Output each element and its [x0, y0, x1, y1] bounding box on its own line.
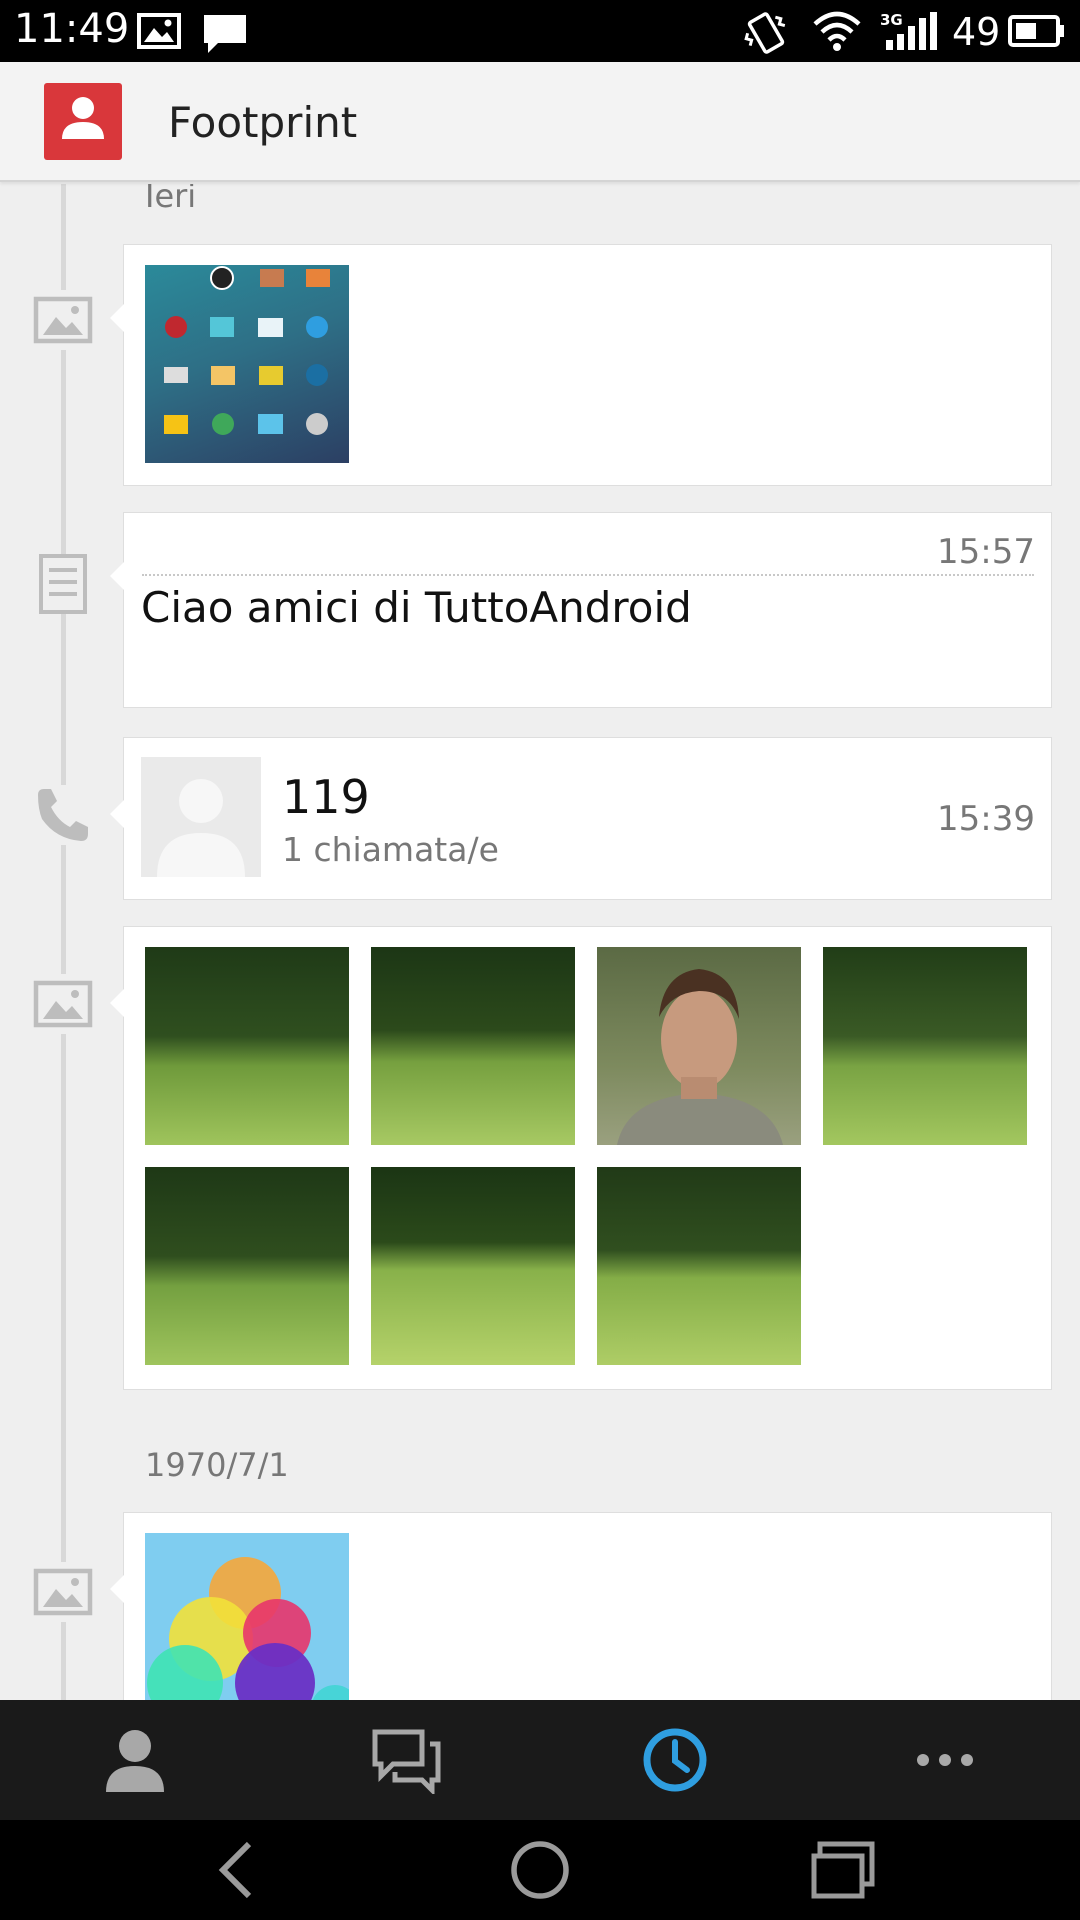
battery-percent: 49	[952, 10, 1001, 54]
back-icon	[218, 1841, 252, 1899]
person-icon	[106, 1730, 164, 1792]
call-time: 15:39	[937, 799, 1035, 839]
app-contact-icon[interactable]	[44, 83, 122, 160]
home-button[interactable]	[505, 1838, 575, 1906]
tab-more[interactable]	[900, 1740, 990, 1784]
recents-icon	[811, 1841, 875, 1899]
phone-icon	[30, 785, 96, 845]
status-bar: 11:49 3G 49	[0, 0, 1080, 62]
app-bar: Footprint	[0, 62, 1080, 182]
note-entry-card[interactable]: 15:57 Ciao amici di TuttoAndroid	[110, 512, 1052, 708]
chat-icon	[372, 1729, 441, 1797]
call-detail: 1 chiamata/e	[282, 830, 499, 869]
photo-thumbnail[interactable]	[371, 1167, 575, 1365]
home-icon	[511, 1841, 569, 1899]
image-icon	[30, 290, 96, 350]
timeline-line	[61, 184, 66, 1700]
photo-entry-card[interactable]	[110, 244, 1052, 486]
photo-thumbnail[interactable]	[145, 947, 349, 1145]
note-divider	[142, 574, 1034, 576]
photo-thumbnail[interactable]	[145, 265, 349, 463]
more-dots-icon	[917, 1754, 973, 1766]
gallery-notification-icon	[137, 13, 181, 49]
image-icon	[30, 1562, 96, 1622]
date-header: Ieri	[145, 184, 197, 215]
photo-thumbnail[interactable]	[145, 1167, 349, 1365]
photo-entry-card[interactable]	[110, 926, 1052, 1390]
vibrate-icon	[744, 12, 786, 54]
clock-icon	[643, 1728, 707, 1792]
tab-contacts[interactable]	[90, 1726, 180, 1800]
bottom-tab-bar	[0, 1700, 1080, 1820]
note-time: 15:57	[937, 532, 1035, 572]
battery-icon	[1008, 15, 1064, 47]
call-entry-card[interactable]: 119 1 chiamata/e 15:39	[110, 737, 1052, 900]
photo-entry-card[interactable]	[110, 1512, 1052, 1700]
note-icon	[30, 554, 96, 614]
system-nav-bar	[0, 1820, 1080, 1920]
photo-thumbnail[interactable]	[823, 947, 1027, 1145]
image-icon	[30, 974, 96, 1034]
tab-messages[interactable]	[360, 1728, 450, 1798]
photo-thumbnail[interactable]	[597, 947, 801, 1145]
timeline-list[interactable]: Ieri 15:57 Ciao amici di TuttoAndroid 11…	[0, 184, 1080, 1700]
date-header: 1970/7/1	[145, 1446, 289, 1484]
note-text: Ciao amici di TuttoAndroid	[141, 583, 692, 632]
call-number: 119	[282, 770, 370, 824]
recents-button[interactable]	[808, 1840, 878, 1904]
back-button[interactable]	[205, 1838, 265, 1906]
message-notification-icon	[204, 15, 246, 53]
photo-thumbnail[interactable]	[371, 947, 575, 1145]
page-title: Footprint	[168, 98, 358, 147]
photo-thumbnail[interactable]	[597, 1167, 801, 1365]
signal-icon	[886, 12, 937, 50]
status-time: 11:49	[14, 6, 130, 52]
tab-footprint[interactable]	[630, 1720, 720, 1804]
contact-avatar	[141, 757, 261, 877]
wifi-icon	[813, 11, 861, 51]
photo-thumbnail[interactable]	[145, 1533, 349, 1700]
